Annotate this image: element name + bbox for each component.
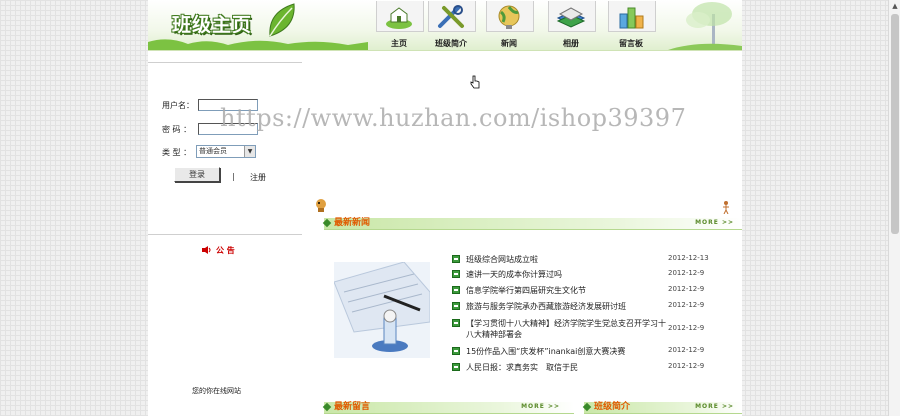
mascot-icon bbox=[316, 199, 326, 212]
password-label: 密 码 ： bbox=[162, 125, 192, 134]
bullet-icon bbox=[452, 270, 460, 278]
scrollbar-thumb[interactable] bbox=[891, 14, 899, 234]
news-item-date: 2012-12-9 bbox=[668, 285, 705, 293]
register-link[interactable]: 注册 bbox=[250, 172, 266, 183]
vertical-scrollbar[interactable]: ▲ bbox=[888, 0, 900, 416]
login-button[interactable]: 登录 bbox=[174, 167, 220, 182]
news-section-title: 最新新闻 bbox=[334, 218, 371, 228]
nav-album[interactable]: 相册 bbox=[544, 1, 598, 49]
news-item-date: 2012-12-9 bbox=[668, 269, 705, 277]
chevron-down-icon[interactable]: ▼ bbox=[244, 146, 255, 157]
news-item-title[interactable]: 旅游与服务学院承办西藏旅游经济发展研讨班 bbox=[466, 301, 666, 312]
news-image bbox=[334, 262, 430, 358]
news-item-title[interactable]: 15份作品入围“庆发杯”inankai创意大赛决赛 bbox=[466, 346, 666, 357]
news-item-date: 2012-12-9 bbox=[668, 324, 705, 332]
news-item-date: 2012-12-9 bbox=[668, 301, 705, 309]
watermark-text: https://www.huzhan.com/ishop39397 bbox=[220, 104, 687, 132]
nav-message-board[interactable]: 留言板 bbox=[604, 1, 658, 49]
nav-label: 班级简介 bbox=[435, 39, 467, 48]
type-label: 类 型 ： bbox=[162, 148, 192, 157]
bullet-icon bbox=[452, 319, 460, 327]
news-item-title[interactable]: 信息学院举行第四届研究生文化节 bbox=[466, 285, 666, 296]
figure-icon bbox=[723, 201, 729, 214]
bullet-icon bbox=[452, 347, 460, 355]
news-item-title[interactable]: 速讲一天的成本你计算过吗 bbox=[466, 269, 666, 280]
site-title[interactable]: 班级主页 bbox=[172, 10, 252, 37]
news-item-title[interactable]: 人民日报：求真务实 取信于民 bbox=[466, 362, 666, 373]
bullet-icon bbox=[452, 363, 460, 371]
bullet-icon bbox=[322, 402, 332, 412]
class-intro-section-header: 班级简介 MORE >> bbox=[582, 402, 742, 414]
tools-icon bbox=[438, 5, 464, 28]
messages-more-link[interactable]: MORE >> bbox=[521, 403, 560, 410]
speaker-icon bbox=[202, 246, 211, 254]
news-item-title[interactable]: 班级综合网站成立啦 bbox=[466, 254, 666, 265]
news-section-header: 最新新闻 MORE >> bbox=[322, 218, 742, 230]
footer-text: 您的你在线网站 bbox=[192, 387, 241, 395]
bullet-icon bbox=[452, 302, 460, 310]
buildings-icon bbox=[619, 7, 644, 29]
nav-news[interactable]: 新闻 bbox=[482, 1, 536, 49]
leaf-icon bbox=[269, 3, 295, 37]
nav-label: 新闻 bbox=[501, 39, 517, 48]
grass-decoration bbox=[148, 39, 368, 50]
messages-section-title: 最新留言 bbox=[334, 402, 371, 412]
nav-home[interactable]: 主页 bbox=[372, 1, 426, 49]
type-select[interactable]: 普通会员 ▼ bbox=[196, 145, 256, 158]
news-more-link[interactable]: MORE >> bbox=[695, 219, 734, 226]
bullet-icon bbox=[582, 402, 592, 412]
class-intro-section-title: 班级简介 bbox=[594, 402, 631, 412]
username-label: 用户名： bbox=[162, 101, 194, 110]
book-icon bbox=[556, 7, 586, 28]
header-banner: 班级主页 主页 班级简介 新闻 相册 留言板 bbox=[148, 0, 742, 51]
divider bbox=[148, 234, 302, 235]
class-intro-more-link[interactable]: MORE >> bbox=[695, 403, 734, 410]
news-item-date: 2012-12-9 bbox=[668, 362, 705, 370]
notice-title: 公 告 bbox=[216, 246, 235, 255]
bullet-icon bbox=[452, 286, 460, 294]
page: 班级主页 主页 班级简介 新闻 相册 留言板 用户名： 密 码 ： 类 型 ： … bbox=[148, 0, 742, 416]
hand-cursor-icon bbox=[470, 75, 480, 89]
tree-decoration bbox=[668, 2, 742, 50]
nav-label: 相册 bbox=[563, 39, 579, 48]
news-item-title[interactable]: 【学习贯彻十八大精神】经济学院学生党总支召开学习十八大精神部署会 bbox=[466, 318, 666, 340]
home-icon bbox=[386, 7, 412, 29]
nav-label: 留言板 bbox=[619, 39, 643, 48]
news-item-date: 2012-12-13 bbox=[668, 254, 709, 262]
separator: | bbox=[232, 172, 235, 181]
nav-label: 主页 bbox=[391, 39, 407, 48]
messages-section-header: 最新留言 MORE >> bbox=[322, 402, 574, 414]
divider bbox=[148, 62, 302, 63]
bullet-icon bbox=[322, 218, 332, 228]
news-item-date: 2012-12-9 bbox=[668, 346, 705, 354]
scroll-up-arrow-icon[interactable]: ▲ bbox=[889, 0, 900, 12]
globe-icon bbox=[498, 5, 520, 29]
bullet-icon bbox=[452, 255, 460, 263]
type-select-value: 普通会员 bbox=[199, 147, 227, 155]
nav-class-intro[interactable]: 班级简介 bbox=[424, 1, 478, 49]
